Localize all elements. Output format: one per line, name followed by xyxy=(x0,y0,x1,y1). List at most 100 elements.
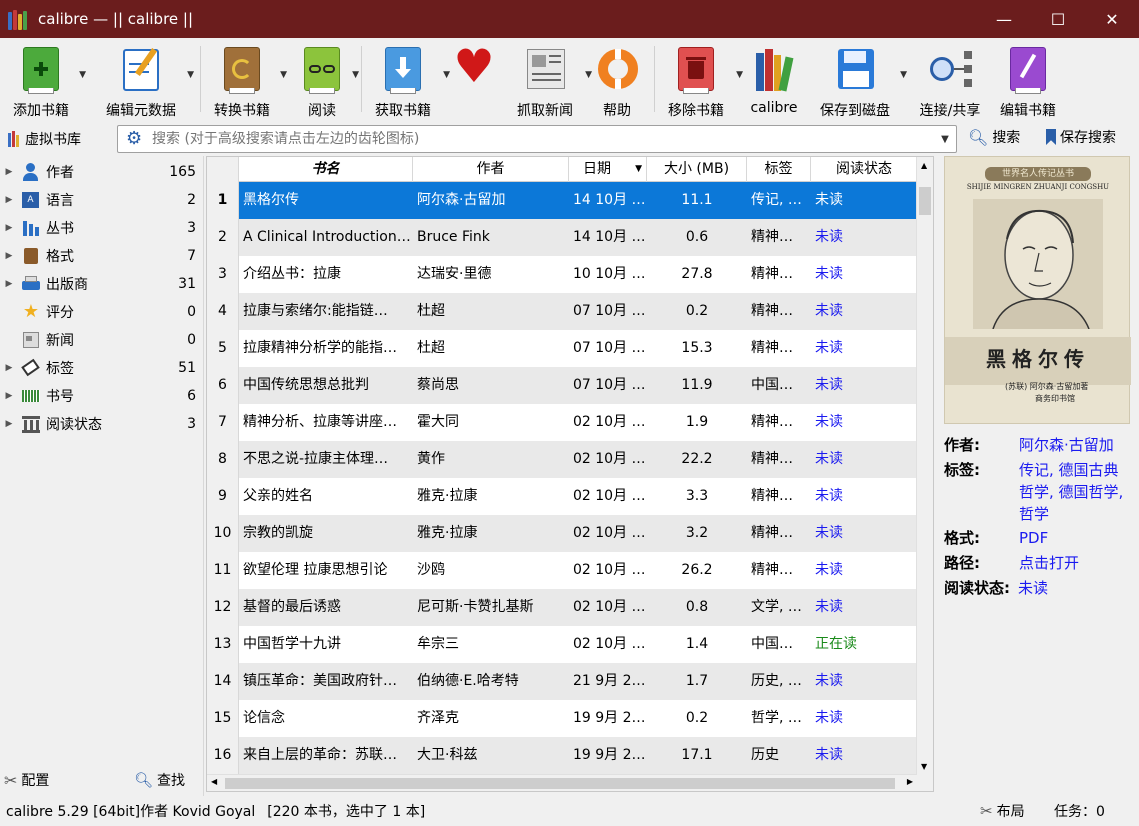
add-books-dropdown-icon[interactable]: ▼ xyxy=(79,70,86,80)
book-size[interactable]: 15.3 xyxy=(647,330,747,367)
book-title[interactable]: 拉康与索绪尔:能指链… xyxy=(239,293,413,330)
book-size[interactable]: 3.2 xyxy=(647,515,747,552)
scroll-thumb[interactable] xyxy=(919,187,931,215)
convert-books-dropdown-icon[interactable]: ▼ xyxy=(280,70,287,80)
book-author[interactable]: 霍大同 xyxy=(413,404,569,441)
maximize-button[interactable]: ☐ xyxy=(1031,0,1085,38)
find-button[interactable]: 🔍︎ 查找 xyxy=(134,770,185,790)
book-read-status[interactable]: 未读 xyxy=(811,256,917,293)
edit-metadata-dropdown-icon[interactable]: ▼ xyxy=(187,70,194,80)
book-read-status[interactable]: 未读 xyxy=(811,663,917,700)
book-size[interactable]: 3.3 xyxy=(647,478,747,515)
row-number[interactable]: 15 xyxy=(207,700,239,737)
book-date[interactable]: 02 10月 … xyxy=(569,626,647,663)
book-title[interactable]: A Clinical Introduction… xyxy=(239,219,413,256)
book-author[interactable]: 伯纳德·E.哈考特 xyxy=(413,663,569,700)
book-size[interactable]: 11.9 xyxy=(647,367,747,404)
book-read-status[interactable]: 未读 xyxy=(811,441,917,478)
book-size[interactable]: 27.8 xyxy=(647,256,747,293)
save-to-disk-dropdown-icon[interactable]: ▼ xyxy=(900,70,907,80)
column-header-title[interactable]: 书名 xyxy=(239,157,413,182)
expand-arrow-icon[interactable]: ▶ xyxy=(2,419,16,429)
horizontal-scrollbar[interactable]: ◀ ▶ xyxy=(207,774,917,791)
search-history-dropdown-icon[interactable]: ▼ xyxy=(934,134,956,145)
expand-arrow-icon[interactable]: ▶ xyxy=(2,391,16,401)
book-date[interactable]: 07 10月 … xyxy=(569,330,647,367)
detail-tags-line[interactable]: 传记, 德国古典 xyxy=(1019,461,1119,479)
convert-books-button[interactable]: 转换书籍 ▼ xyxy=(201,38,287,122)
column-header-date[interactable]: 日期 ▼ xyxy=(569,157,647,182)
book-author[interactable]: 牟宗三 xyxy=(413,626,569,663)
table-row[interactable]: 2A Clinical Introduction… Bruce Fink 14 10… xyxy=(207,219,917,256)
column-header-tags[interactable]: 标签 xyxy=(747,157,811,182)
virtual-library-button[interactable]: 虚拟书库 xyxy=(8,129,118,149)
view-button[interactable]: 阅读 ▼ xyxy=(293,38,359,122)
book-size[interactable]: 1.4 xyxy=(647,626,747,663)
book-title[interactable]: 来自上层的革命：苏联… xyxy=(239,737,413,774)
connect-share-button[interactable]: 连接/共享 xyxy=(915,38,985,122)
expand-arrow-icon[interactable]: ▶ xyxy=(2,363,16,373)
book-tags[interactable]: 精神… xyxy=(747,293,811,330)
book-date[interactable]: 19 9月 2… xyxy=(569,700,647,737)
row-number[interactable]: 10 xyxy=(207,515,239,552)
table-row[interactable]: 4 拉康与索绪尔:能指链… 杜超 07 10月 … 0.2 精神… 未读 xyxy=(207,293,917,330)
tag-category-languages[interactable]: ▶ A 语言 2 xyxy=(0,186,204,214)
expand-arrow-icon[interactable]: ▶ xyxy=(2,251,16,261)
book-title[interactable]: 论信念 xyxy=(239,700,413,737)
book-size[interactable]: 0.2 xyxy=(647,293,747,330)
row-number[interactable]: 14 xyxy=(207,663,239,700)
book-title[interactable]: 介绍丛书：拉康 xyxy=(239,256,413,293)
saved-search-button[interactable]: 保存搜索 xyxy=(1046,127,1116,147)
book-tags[interactable]: 精神… xyxy=(747,478,811,515)
tag-category-tags[interactable]: ▶ 标签 51 xyxy=(0,354,204,382)
edit-metadata-button[interactable]: 编辑元数据 ▼ xyxy=(96,38,194,122)
table-row[interactable]: 13 中国哲学十九讲 牟宗三 02 10月 … 1.4 中国… 正在读 xyxy=(207,626,917,663)
book-tags[interactable]: 精神… xyxy=(747,404,811,441)
book-tags[interactable]: 精神… xyxy=(747,552,811,589)
column-header-size[interactable]: 大小 (MB) xyxy=(647,157,747,182)
book-author[interactable]: 沙鸥 xyxy=(413,552,569,589)
book-author[interactable]: 尼可斯·卡赞扎基斯 xyxy=(413,589,569,626)
book-tags[interactable]: 传记, … xyxy=(747,182,811,219)
detail-tags-line[interactable]: 哲学 xyxy=(1019,505,1049,523)
book-tags[interactable]: 精神… xyxy=(747,515,811,552)
book-tags[interactable]: 历史, … xyxy=(747,663,811,700)
book-author[interactable]: Bruce Fink xyxy=(413,219,569,256)
view-dropdown-icon[interactable]: ▼ xyxy=(352,70,359,80)
book-size[interactable]: 1.7 xyxy=(647,663,747,700)
book-title[interactable]: 中国哲学十九讲 xyxy=(239,626,413,663)
book-size[interactable]: 17.1 xyxy=(647,737,747,774)
row-number[interactable]: 1 xyxy=(207,182,239,219)
tag-category-read-status[interactable]: ▶ 阅读状态 3 xyxy=(0,410,204,438)
row-number[interactable]: 13 xyxy=(207,626,239,663)
scroll-left-arrow-icon[interactable]: ◀ xyxy=(211,777,217,786)
book-size[interactable]: 0.2 xyxy=(647,700,747,737)
fetch-news-button[interactable]: 抓取新闻 ▼ xyxy=(504,38,592,122)
configure-button[interactable]: ✂ 配置 xyxy=(4,770,49,790)
book-size[interactable]: 1.9 xyxy=(647,404,747,441)
book-title[interactable]: 欲望伦理 拉康思想引论 xyxy=(239,552,413,589)
expand-arrow-icon[interactable]: ▶ xyxy=(2,167,16,177)
book-tags[interactable]: 中国… xyxy=(747,367,811,404)
book-date[interactable]: 02 10月 … xyxy=(569,404,647,441)
book-date[interactable]: 14 10月 … xyxy=(569,182,647,219)
book-title[interactable]: 宗教的凯旋 xyxy=(239,515,413,552)
book-date[interactable]: 21 9月 2… xyxy=(569,663,647,700)
book-date[interactable]: 07 10月 … xyxy=(569,367,647,404)
scroll-right-arrow-icon[interactable]: ▶ xyxy=(907,777,913,786)
table-row[interactable]: 3 介绍丛书：拉康 达瑞安·里德 10 10月 … 27.8 精神… 未读 xyxy=(207,256,917,293)
detail-path-link[interactable]: 点击打开 xyxy=(1019,552,1079,574)
detail-author-link[interactable]: 阿尔森·古留加 xyxy=(1019,434,1114,456)
book-title[interactable]: 基督的最后诱惑 xyxy=(239,589,413,626)
book-title[interactable]: 不思之说-拉康主体理… xyxy=(239,441,413,478)
book-author[interactable]: 达瑞安·里德 xyxy=(413,256,569,293)
book-author[interactable]: 齐泽克 xyxy=(413,700,569,737)
book-size[interactable]: 22.2 xyxy=(647,441,747,478)
book-date[interactable]: 07 10月 … xyxy=(569,293,647,330)
book-tags[interactable]: 历史 xyxy=(747,737,811,774)
add-books-button[interactable]: 添加书籍 ▼ xyxy=(0,38,86,122)
row-number[interactable]: 9 xyxy=(207,478,239,515)
search-button[interactable]: 🔍︎ 搜索 xyxy=(968,127,1020,147)
row-number[interactable]: 4 xyxy=(207,293,239,330)
table-row[interactable]: 14 镇压革命：美国政府针… 伯纳德·E.哈考特 21 9月 2… 1.7 历史, … 未读 xyxy=(207,663,917,700)
